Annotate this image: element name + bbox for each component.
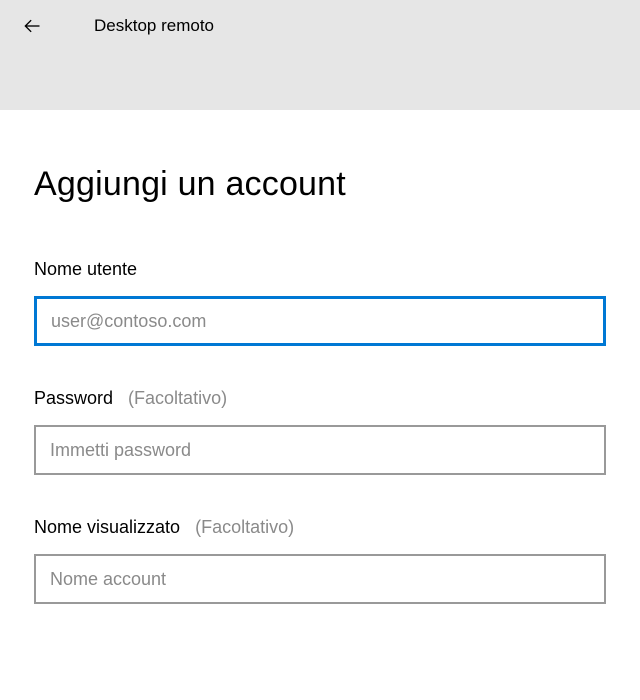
display-name-hint: (Facoltativo) xyxy=(195,517,294,537)
header-bar: Desktop remoto xyxy=(0,0,640,110)
password-field-group: Password (Facoltativo) xyxy=(34,388,606,475)
display-name-input[interactable] xyxy=(34,554,606,604)
username-label: Nome utente xyxy=(34,259,606,280)
username-field-group: Nome utente xyxy=(34,259,606,346)
password-hint: (Facoltativo) xyxy=(128,388,227,408)
password-input[interactable] xyxy=(34,425,606,475)
content-area: Aggiungi un account Nome utente Password… xyxy=(0,110,640,604)
display-name-label: Nome visualizzato (Facoltativo) xyxy=(34,517,606,538)
page-title: Aggiungi un account xyxy=(34,165,606,204)
username-input[interactable] xyxy=(34,296,606,346)
password-label: Password (Facoltativo) xyxy=(34,388,606,409)
password-label-text: Password xyxy=(34,388,113,408)
display-name-label-text: Nome visualizzato xyxy=(34,517,180,537)
display-name-field-group: Nome visualizzato (Facoltativo) xyxy=(34,517,606,604)
app-title: Desktop remoto xyxy=(94,16,214,36)
back-arrow-icon[interactable] xyxy=(20,14,44,38)
